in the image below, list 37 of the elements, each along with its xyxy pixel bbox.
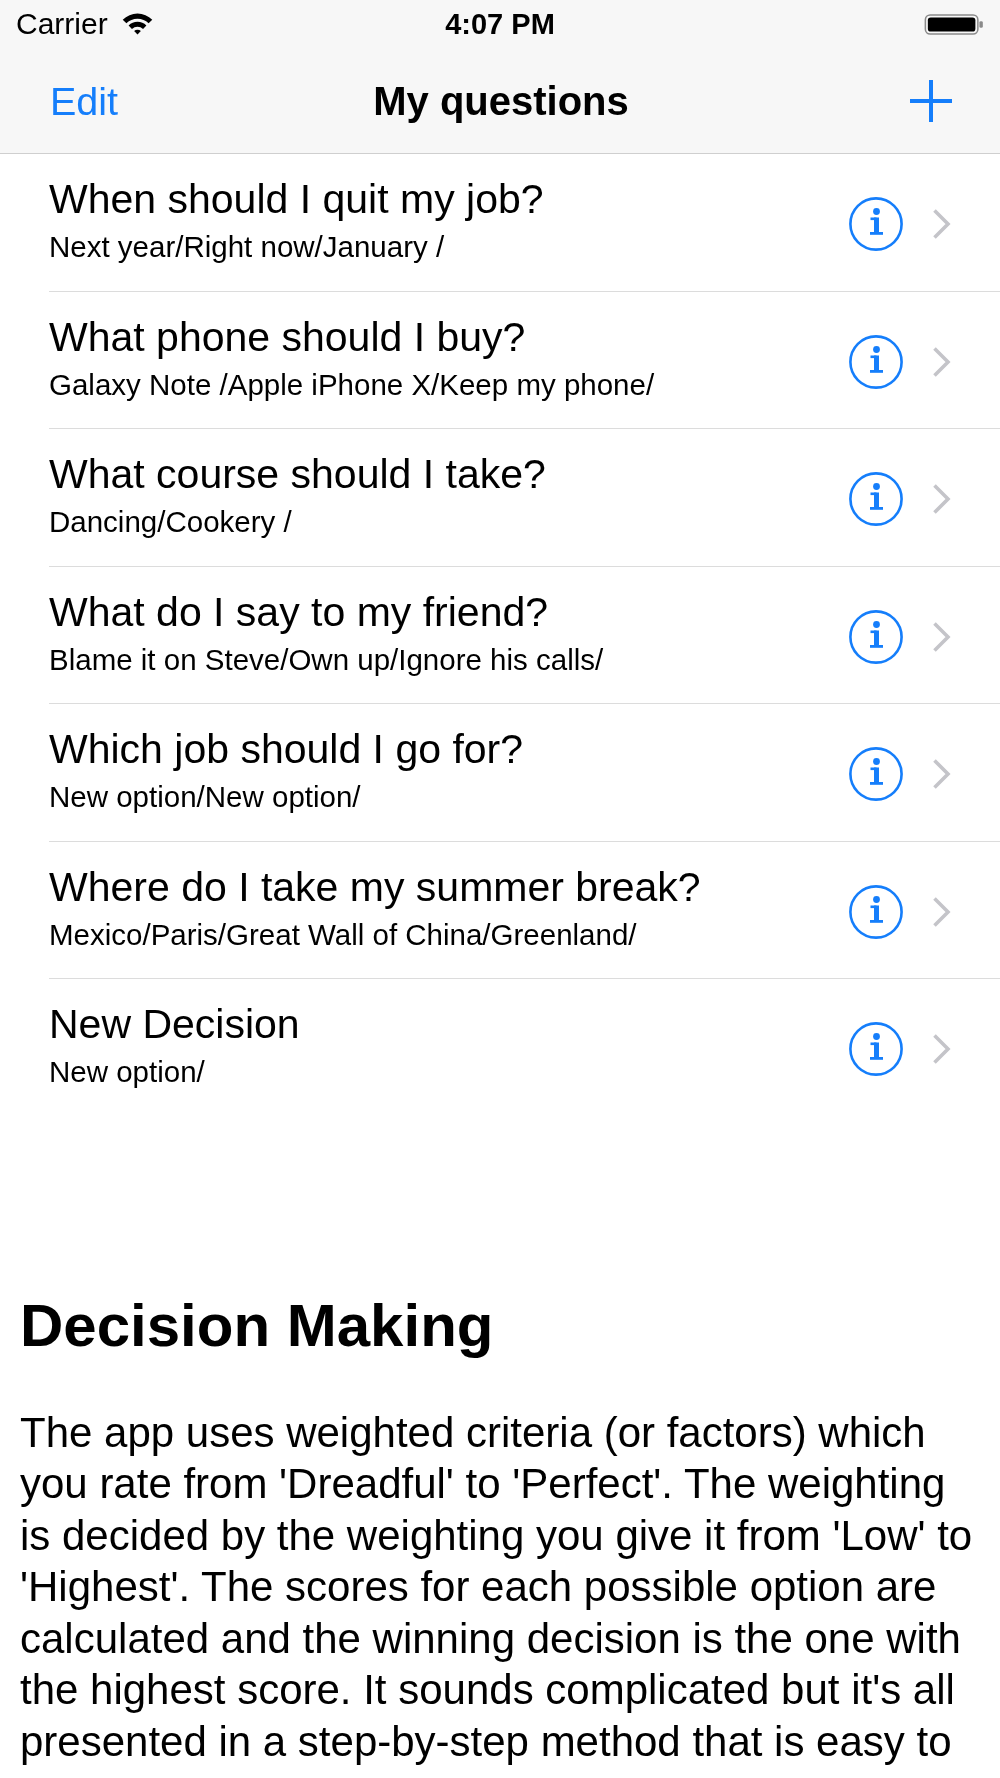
chevron-icon	[932, 895, 951, 928]
chevron-icon	[932, 345, 951, 378]
question-title[interactable]: Which job should I go for?	[49, 725, 524, 773]
info-icon[interactable]	[849, 472, 903, 527]
battery-icon	[924, 13, 984, 35]
question-title[interactable]: Where do I take my summer break?	[49, 862, 701, 911]
chevron-icon	[932, 758, 951, 791]
info-icon[interactable]	[849, 334, 903, 389]
chevron-icon	[932, 1033, 951, 1066]
question-options: Galaxy Note /Apple iPhone X/Keep my phone/	[49, 367, 655, 402]
screen-title: My questions	[373, 77, 629, 124]
section-heading: Decision Making	[20, 1290, 494, 1361]
question-title[interactable]: When should I quit my job?	[49, 175, 544, 223]
question-title[interactable]: New Decision	[49, 1000, 300, 1048]
add-icon[interactable]	[910, 79, 952, 122]
chevron-icon	[932, 483, 951, 516]
question-options: Blame it on Steve/Own up/Ignore his calls/	[49, 642, 604, 677]
info-icon[interactable]	[849, 1022, 903, 1077]
time-text: 4:07 PM	[445, 7, 555, 41]
chevron-icon	[932, 208, 951, 241]
info-icon[interactable]	[849, 197, 903, 252]
question-options: New option/New option/	[49, 780, 361, 814]
edit-button[interactable]: Edit	[50, 77, 119, 124]
wifi-icon	[121, 13, 153, 35]
info-icon[interactable]	[849, 884, 903, 939]
info-icon[interactable]	[849, 609, 903, 664]
chevron-icon	[932, 620, 951, 653]
description-paragraph: The app uses weighted criteria (or factors) which you rate from 'Dreadful' to 'Perfect'. The weighting is decided by the weighting you give it from 'Low' to 'Highest'. The scores for each possible option are calculated and the winning decision is the one with the highest score. It sounds complicated but it's all presented in a step-by-step method that is easy to	[20, 1407, 974, 1767]
carrier-text: Carrier	[16, 7, 108, 41]
question-options: New option/	[49, 1055, 205, 1089]
question-options: Dancing/Cookery /	[49, 505, 292, 539]
question-title[interactable]: What phone should I buy?	[49, 312, 526, 361]
question-options: Next year/Right now/January /	[49, 230, 445, 264]
question-title[interactable]: What course should I take?	[49, 450, 546, 498]
question-options: Mexico/Paris/Great Wall of China/Greenland/	[49, 917, 637, 952]
question-title[interactable]: What do I say to my friend?	[49, 587, 549, 636]
info-icon[interactable]	[849, 747, 903, 802]
